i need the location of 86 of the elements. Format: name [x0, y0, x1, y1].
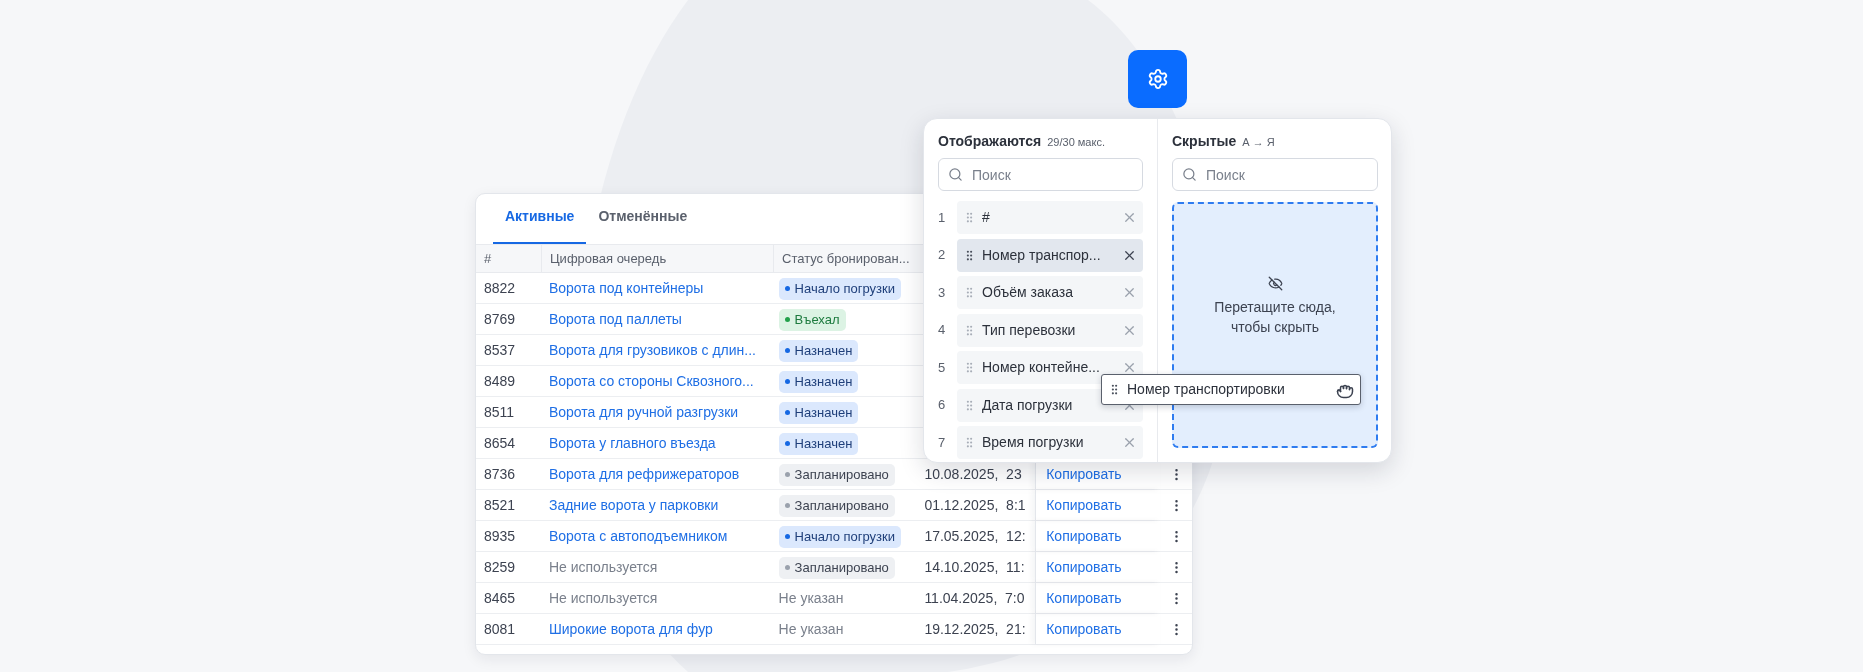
table-cell: 8822: [484, 279, 516, 296]
copy-link[interactable]: Копировать: [1046, 556, 1122, 578]
queue-link[interactable]: Ворота у главного въезда: [548, 434, 716, 451]
panel-title: Скрытые: [1172, 132, 1237, 151]
table-cell: 8521: [484, 496, 516, 513]
table-cell: 01.12.2025, 8:1: [924, 496, 1026, 513]
item-label: Объём заказа: [982, 283, 1074, 302]
table-cell: 8489: [484, 372, 516, 389]
item-number: 6: [938, 396, 947, 415]
table-cell: 8935: [484, 527, 516, 544]
column-item[interactable]: Время погрузки: [957, 426, 1143, 459]
table-cell: 10.08.2025, 23: [924, 465, 1022, 482]
status-badge: Начало погрузки: [778, 526, 901, 548]
column-header: Статус бронирован...: [782, 249, 910, 268]
item-label: #: [982, 208, 991, 227]
column-count: 29/30 макс.: [1047, 135, 1105, 150]
queue-link[interactable]: Ворота для рефрижераторов: [548, 465, 740, 482]
drop-hint: Перетащите сюда, чтобы скрыть: [1213, 298, 1337, 337]
item-number: 5: [938, 358, 947, 377]
status-badge: Назначен: [778, 371, 859, 393]
search-icon: [948, 167, 963, 182]
item-label: Время погрузки: [982, 433, 1085, 452]
close-icon[interactable]: [1122, 360, 1137, 375]
item-label: Номер контейне...: [982, 358, 1101, 377]
table-cell: 8537: [484, 341, 516, 358]
queue-link[interactable]: Ворота для грузовиков с длин...: [548, 341, 756, 358]
tab[interactable]: Отменённые: [586, 194, 700, 244]
table-cell: 17.05.2025, 12:: [924, 527, 1026, 544]
item-number: 7: [938, 433, 947, 452]
status-badge: Начало погрузки: [778, 278, 901, 300]
status-text: Не указан: [778, 589, 844, 606]
status-text: Не указан: [778, 620, 844, 637]
eye-off-icon: [1267, 276, 1283, 291]
queue-link[interactable]: Ворота под паллеты: [548, 310, 682, 327]
queue-link[interactable]: Ворота с автоподъемником: [548, 527, 728, 544]
status-badge: Въехал: [778, 309, 846, 331]
table-cell: Не используется: [548, 558, 658, 575]
column-item[interactable]: Номер транспор...: [957, 238, 1143, 272]
panel-title: Отображаются: [938, 132, 1042, 151]
sort-label[interactable]: А → Я: [1242, 134, 1275, 151]
item-number: 4: [938, 321, 947, 340]
column-item[interactable]: #: [957, 201, 1143, 234]
status-badge: Запланировано: [778, 557, 895, 579]
settings-button[interactable]: [1128, 50, 1187, 108]
item-label: Тип перевозки: [982, 320, 1077, 340]
settings-icon: [1146, 68, 1169, 90]
status-badge: Назначен: [778, 340, 859, 362]
queue-link[interactable]: Ворота для ручной разгрузки: [548, 403, 739, 420]
table-cell: 8259: [484, 558, 516, 575]
table-cell: 14.10.2025, 11:: [924, 558, 1025, 575]
column-header: Цифровая очередь: [550, 249, 667, 268]
table-cell: 8081: [484, 620, 516, 637]
column-item[interactable]: Объём заказа: [957, 276, 1143, 309]
search-field[interactable]: Поиск: [938, 158, 1143, 191]
item-number: 3: [938, 283, 947, 302]
status-badge: Назначен: [778, 402, 859, 424]
status-badge: Запланировано: [778, 495, 895, 517]
drag-preview-tooltip[interactable]: Номер транспортировки: [1101, 374, 1361, 405]
table-cell: 8465: [484, 589, 516, 606]
table-cell: 8736: [484, 465, 516, 482]
search-icon: [1182, 167, 1197, 182]
table-cell: 8769: [484, 310, 516, 327]
item-number: 1: [938, 208, 947, 227]
queue-link[interactable]: Ворота со стороны Сквозного...: [548, 372, 754, 389]
queue-link[interactable]: Ворота под контейнеры: [548, 279, 704, 296]
column-item[interactable]: Номер контейне...: [957, 351, 1143, 384]
table-cell: Не используется: [548, 589, 658, 606]
copy-link[interactable]: Копировать: [1046, 587, 1122, 609]
status-badge: Назначен: [778, 433, 859, 455]
copy-link[interactable]: Копировать: [1046, 463, 1122, 485]
table-cell: 19.12.2025, 21:: [924, 620, 1026, 637]
copy-link[interactable]: Копировать: [1046, 494, 1122, 516]
item-label: Номер транспор...: [982, 245, 1102, 265]
table-cell: 8654: [484, 434, 516, 451]
copy-link[interactable]: Копировать: [1046, 618, 1122, 640]
search-field[interactable]: Поиск: [1172, 158, 1378, 191]
queue-link[interactable]: Задние ворота у парковки: [548, 496, 719, 513]
column-header: #: [484, 249, 492, 268]
item-number: 2: [938, 246, 947, 265]
column-item[interactable]: Тип перевозки: [957, 313, 1143, 347]
copy-link[interactable]: Копировать: [1046, 525, 1122, 547]
table-cell: 8511: [484, 403, 515, 420]
table-cell: 11.04.2025, 7:0: [924, 589, 1025, 606]
queue-link[interactable]: Широкие ворота для фур: [548, 620, 713, 637]
item-label: Дата погрузки: [982, 395, 1074, 415]
status-badge: Запланировано: [778, 464, 895, 486]
